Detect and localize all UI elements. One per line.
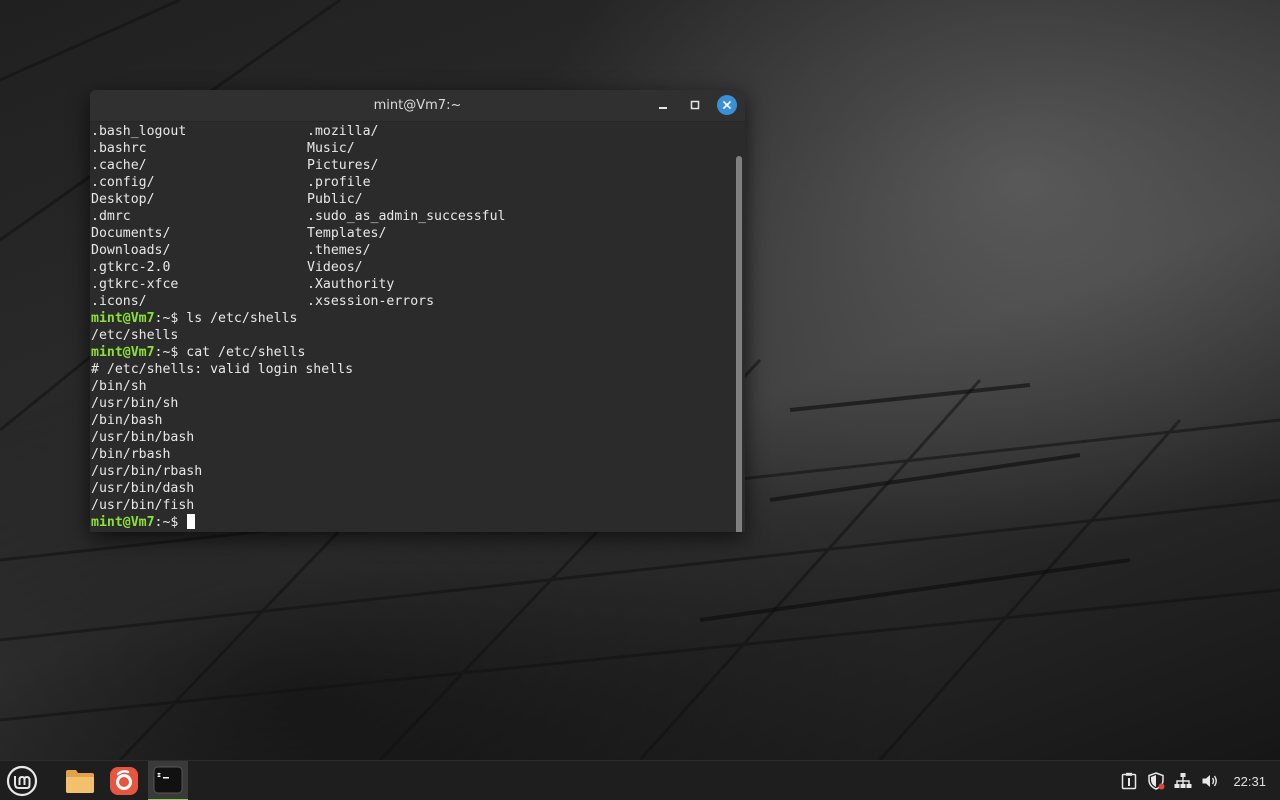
firefox-icon (110, 767, 138, 795)
window-title: mint@Vm7:~ (373, 98, 462, 113)
prompt-line[interactable]: mint@Vm7:~$ (91, 514, 745, 531)
mint-menu-button[interactable] (2, 761, 42, 800)
prompt-user-host: mint@Vm7 (91, 515, 155, 530)
files-folder-icon (66, 770, 94, 793)
terminal-scrollbar[interactable] (736, 156, 742, 532)
window-controls (653, 95, 737, 115)
clock[interactable]: 22:31 (1223, 774, 1280, 789)
command-text: cat /etc/shells (186, 345, 306, 360)
listing-entry: .mozilla/ (307, 124, 379, 139)
prompt-line: mint@Vm7:~$ ls /etc/shells (91, 310, 745, 327)
minimize-icon (659, 107, 667, 109)
output-line: /usr/bin/fish (91, 498, 195, 513)
ls-listing: .bash_logout .mozilla/.bashrc Music/.cache… (91, 123, 745, 310)
listing-row: .bashrc Music/ (91, 140, 745, 157)
listing-entry: .gtkrc-xfce (91, 277, 179, 292)
prompt-suffix: :~$ (154, 311, 187, 326)
listing-entry: .Xauthority (307, 277, 395, 292)
terminal-task-button[interactable] (148, 761, 188, 800)
command-text: ls /etc/shells (186, 311, 298, 326)
prompt-suffix: :~$ (154, 345, 187, 360)
listing-entry: Desktop/ (91, 192, 155, 207)
listing-row: .dmrc .sudo_as_admin_successful (91, 208, 745, 225)
listing-entry: .dmrc (91, 209, 131, 224)
listing-row: Desktop/Public/ (91, 191, 745, 208)
output-line: /bin/sh (91, 379, 147, 394)
listing-entry: .bashrc (91, 141, 147, 156)
output-line: /usr/bin/rbash (91, 464, 203, 479)
cat-output: # /etc/shells: valid login shells/bin/sh… (91, 361, 745, 514)
listing-entry: .gtkrc-2.0 (91, 260, 171, 275)
network-icon (1174, 773, 1192, 788)
prompt-user-host: mint@Vm7 (91, 345, 155, 360)
maximize-button[interactable] (685, 95, 705, 115)
listing-row: .bash_logout .mozilla/ (91, 123, 745, 140)
terminal-icon (153, 766, 183, 794)
listing-entry: .sudo_as_admin_successful (307, 209, 506, 224)
listing-entry: Downloads/ (91, 243, 171, 258)
volume-icon (1202, 775, 1217, 787)
notes-icon (1121, 772, 1137, 790)
listing-row: .icons/ .xsession-errors (91, 293, 745, 310)
listing-entry: Videos/ (307, 260, 363, 275)
prompt-suffix: :~$ (154, 515, 187, 530)
update-manager-tray-button[interactable] (1142, 761, 1169, 800)
listing-entry: .profile (307, 175, 371, 190)
terminal-output[interactable]: .bash_logout .mozilla/.bashrc Music/.cache… (90, 122, 745, 532)
listing-row: .gtkrc-2.0 Videos/ (91, 259, 745, 276)
files-launcher[interactable] (60, 761, 100, 800)
output-line: /bin/bash (91, 413, 163, 428)
network-tray-button[interactable] (1169, 761, 1196, 800)
text-cursor (187, 514, 196, 529)
listing-entry: .cache/ (91, 158, 147, 173)
maximize-icon (690, 100, 700, 110)
terminal-titlebar[interactable]: mint@Vm7:~ (90, 90, 745, 122)
output-line: # /etc/shells: valid login shells (91, 362, 354, 377)
firefox-launcher[interactable] (104, 761, 144, 800)
listing-entry: Documents/ (91, 226, 171, 241)
listing-entry: .config/ (91, 175, 155, 190)
listing-row: Downloads/ .themes/ (91, 242, 745, 259)
shield-icon (1148, 772, 1165, 790)
volume-tray-button[interactable] (1196, 761, 1223, 800)
listing-entry: .themes/ (307, 243, 371, 258)
listing-entry: Music/ (307, 141, 355, 156)
listing-row: .config/ .profile (91, 174, 745, 191)
prompt-line: mint@Vm7:~$ cat /etc/shells (91, 344, 745, 361)
terminal-window[interactable]: mint@Vm7:~ .bash_logout .mozilla/ .bashrc M… (90, 90, 745, 532)
listing-entry: .bash_logout (91, 124, 187, 139)
output-line: /etc/shells (91, 328, 179, 343)
output-line: /usr/bin/bash (91, 430, 195, 445)
listing-row: .gtkrc-xfce .Xauthority (91, 276, 745, 293)
minimize-button[interactable] (653, 95, 673, 115)
close-button[interactable] (717, 95, 737, 115)
listing-entry: Public/ (307, 192, 363, 207)
output-line: /usr/bin/sh (91, 396, 179, 411)
mint-menu-icon (6, 765, 38, 797)
notes-tray-button[interactable] (1115, 761, 1142, 800)
listing-entry: .xsession-errors (307, 294, 435, 309)
close-icon (723, 101, 731, 109)
listing-entry: Templates/ (307, 226, 387, 241)
prompt-user-host: mint@Vm7 (91, 311, 155, 326)
output-line: /bin/rbash (91, 447, 171, 462)
listing-entry: .icons/ (91, 294, 147, 309)
listing-row: Documents/Templates/ (91, 225, 745, 242)
output-line: /usr/bin/dash (91, 481, 195, 496)
listing-row: .cache/Pictures/ (91, 157, 745, 174)
listing-entry: Pictures/ (307, 158, 379, 173)
system-tray: 22:31 (1115, 761, 1280, 800)
taskbar: 22:31 (0, 760, 1280, 800)
